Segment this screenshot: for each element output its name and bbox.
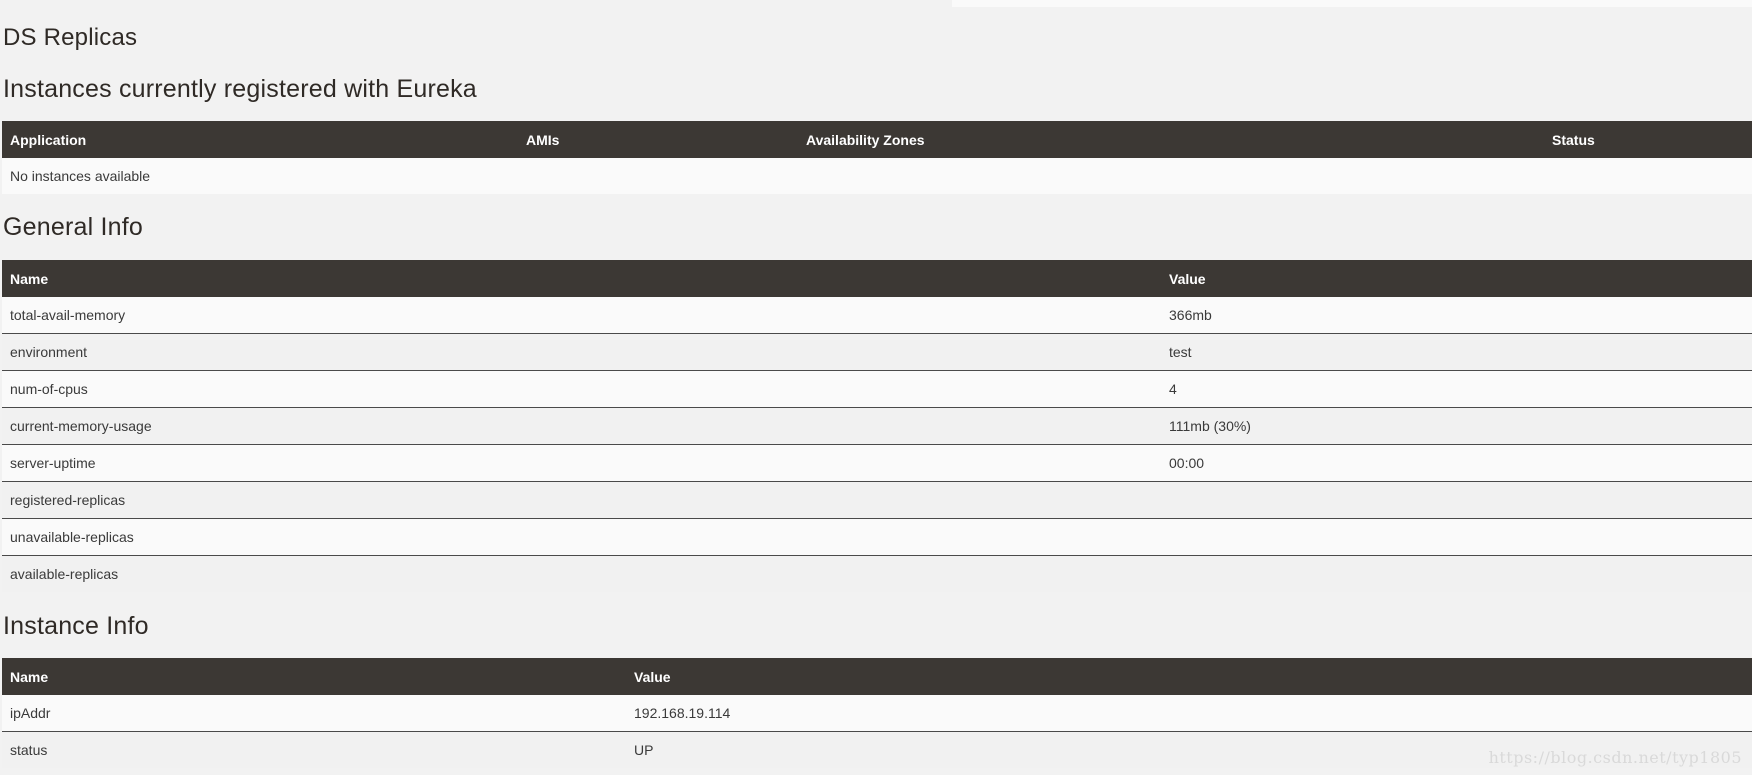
top-strip	[952, 0, 1752, 7]
row-name: current-memory-usage	[10, 418, 152, 434]
general-info-title: General Info	[3, 213, 143, 241]
table-row: total-avail-memory 366mb	[2, 297, 1752, 334]
instances-title: Instances currently registered with Eure…	[3, 75, 477, 103]
no-instances-message: No instances available	[10, 168, 151, 184]
table-row: environment test	[2, 333, 1752, 371]
table-row: available-replicas	[2, 555, 1752, 593]
col-name: Name	[10, 270, 49, 287]
row-value: 366mb	[1169, 307, 1212, 323]
instance-info-title: Instance Info	[3, 612, 149, 640]
row-value	[1161, 556, 1752, 593]
row-value	[1161, 482, 1752, 519]
row-name: server-uptime	[10, 455, 96, 471]
watermark: https://blog.csdn.net/typ1805	[1488, 748, 1742, 767]
table-row: No instances available	[2, 158, 1752, 194]
row-name: available-replicas	[10, 566, 119, 582]
row-name: environment	[10, 344, 88, 360]
col-amis: AMIs	[526, 131, 560, 148]
row-value	[1161, 519, 1752, 556]
row-name: total-avail-memory	[10, 307, 126, 323]
table-row: registered-replicas	[2, 481, 1752, 519]
ds-replicas-title: DS Replicas	[3, 24, 138, 51]
col-availability-zones: Availability Zones	[806, 131, 925, 148]
row-name: num-of-cpus	[10, 381, 88, 397]
table-row: server-uptime 00:00	[2, 444, 1752, 482]
row-value: 192.168.19.114	[634, 705, 731, 721]
instances-header-row: Application AMIs Availability Zones Stat…	[2, 121, 1752, 158]
col-name: Name	[10, 668, 49, 685]
col-value: Value	[1169, 270, 1206, 287]
row-name: unavailable-replicas	[10, 529, 134, 545]
col-status: Status	[1552, 131, 1595, 148]
col-application: Application	[10, 131, 87, 148]
row-name: ipAddr	[10, 705, 51, 721]
instances-table: Application AMIs Availability Zones Stat…	[2, 121, 1752, 194]
table-row: unavailable-replicas	[2, 518, 1752, 556]
row-value: 00:00	[1169, 455, 1205, 471]
row-name: registered-replicas	[10, 492, 126, 508]
row-value: test	[1169, 344, 1192, 360]
row-value: 4	[1169, 381, 1177, 397]
row-name: status	[10, 742, 48, 758]
row-value: 111mb (30%)	[1169, 418, 1251, 434]
col-value: Value	[634, 668, 671, 685]
table-row: current-memory-usage 111mb (30%)	[2, 407, 1752, 445]
general-header-row: Name Value	[2, 260, 1752, 297]
table-row: num-of-cpus 4	[2, 370, 1752, 408]
instance-info-header-row: Name Value	[2, 658, 1752, 695]
general-info-table: Name Value total-avail-memory 366mb envi…	[2, 260, 1752, 592]
table-row: ipAddr 192.168.19.114	[2, 695, 1752, 732]
